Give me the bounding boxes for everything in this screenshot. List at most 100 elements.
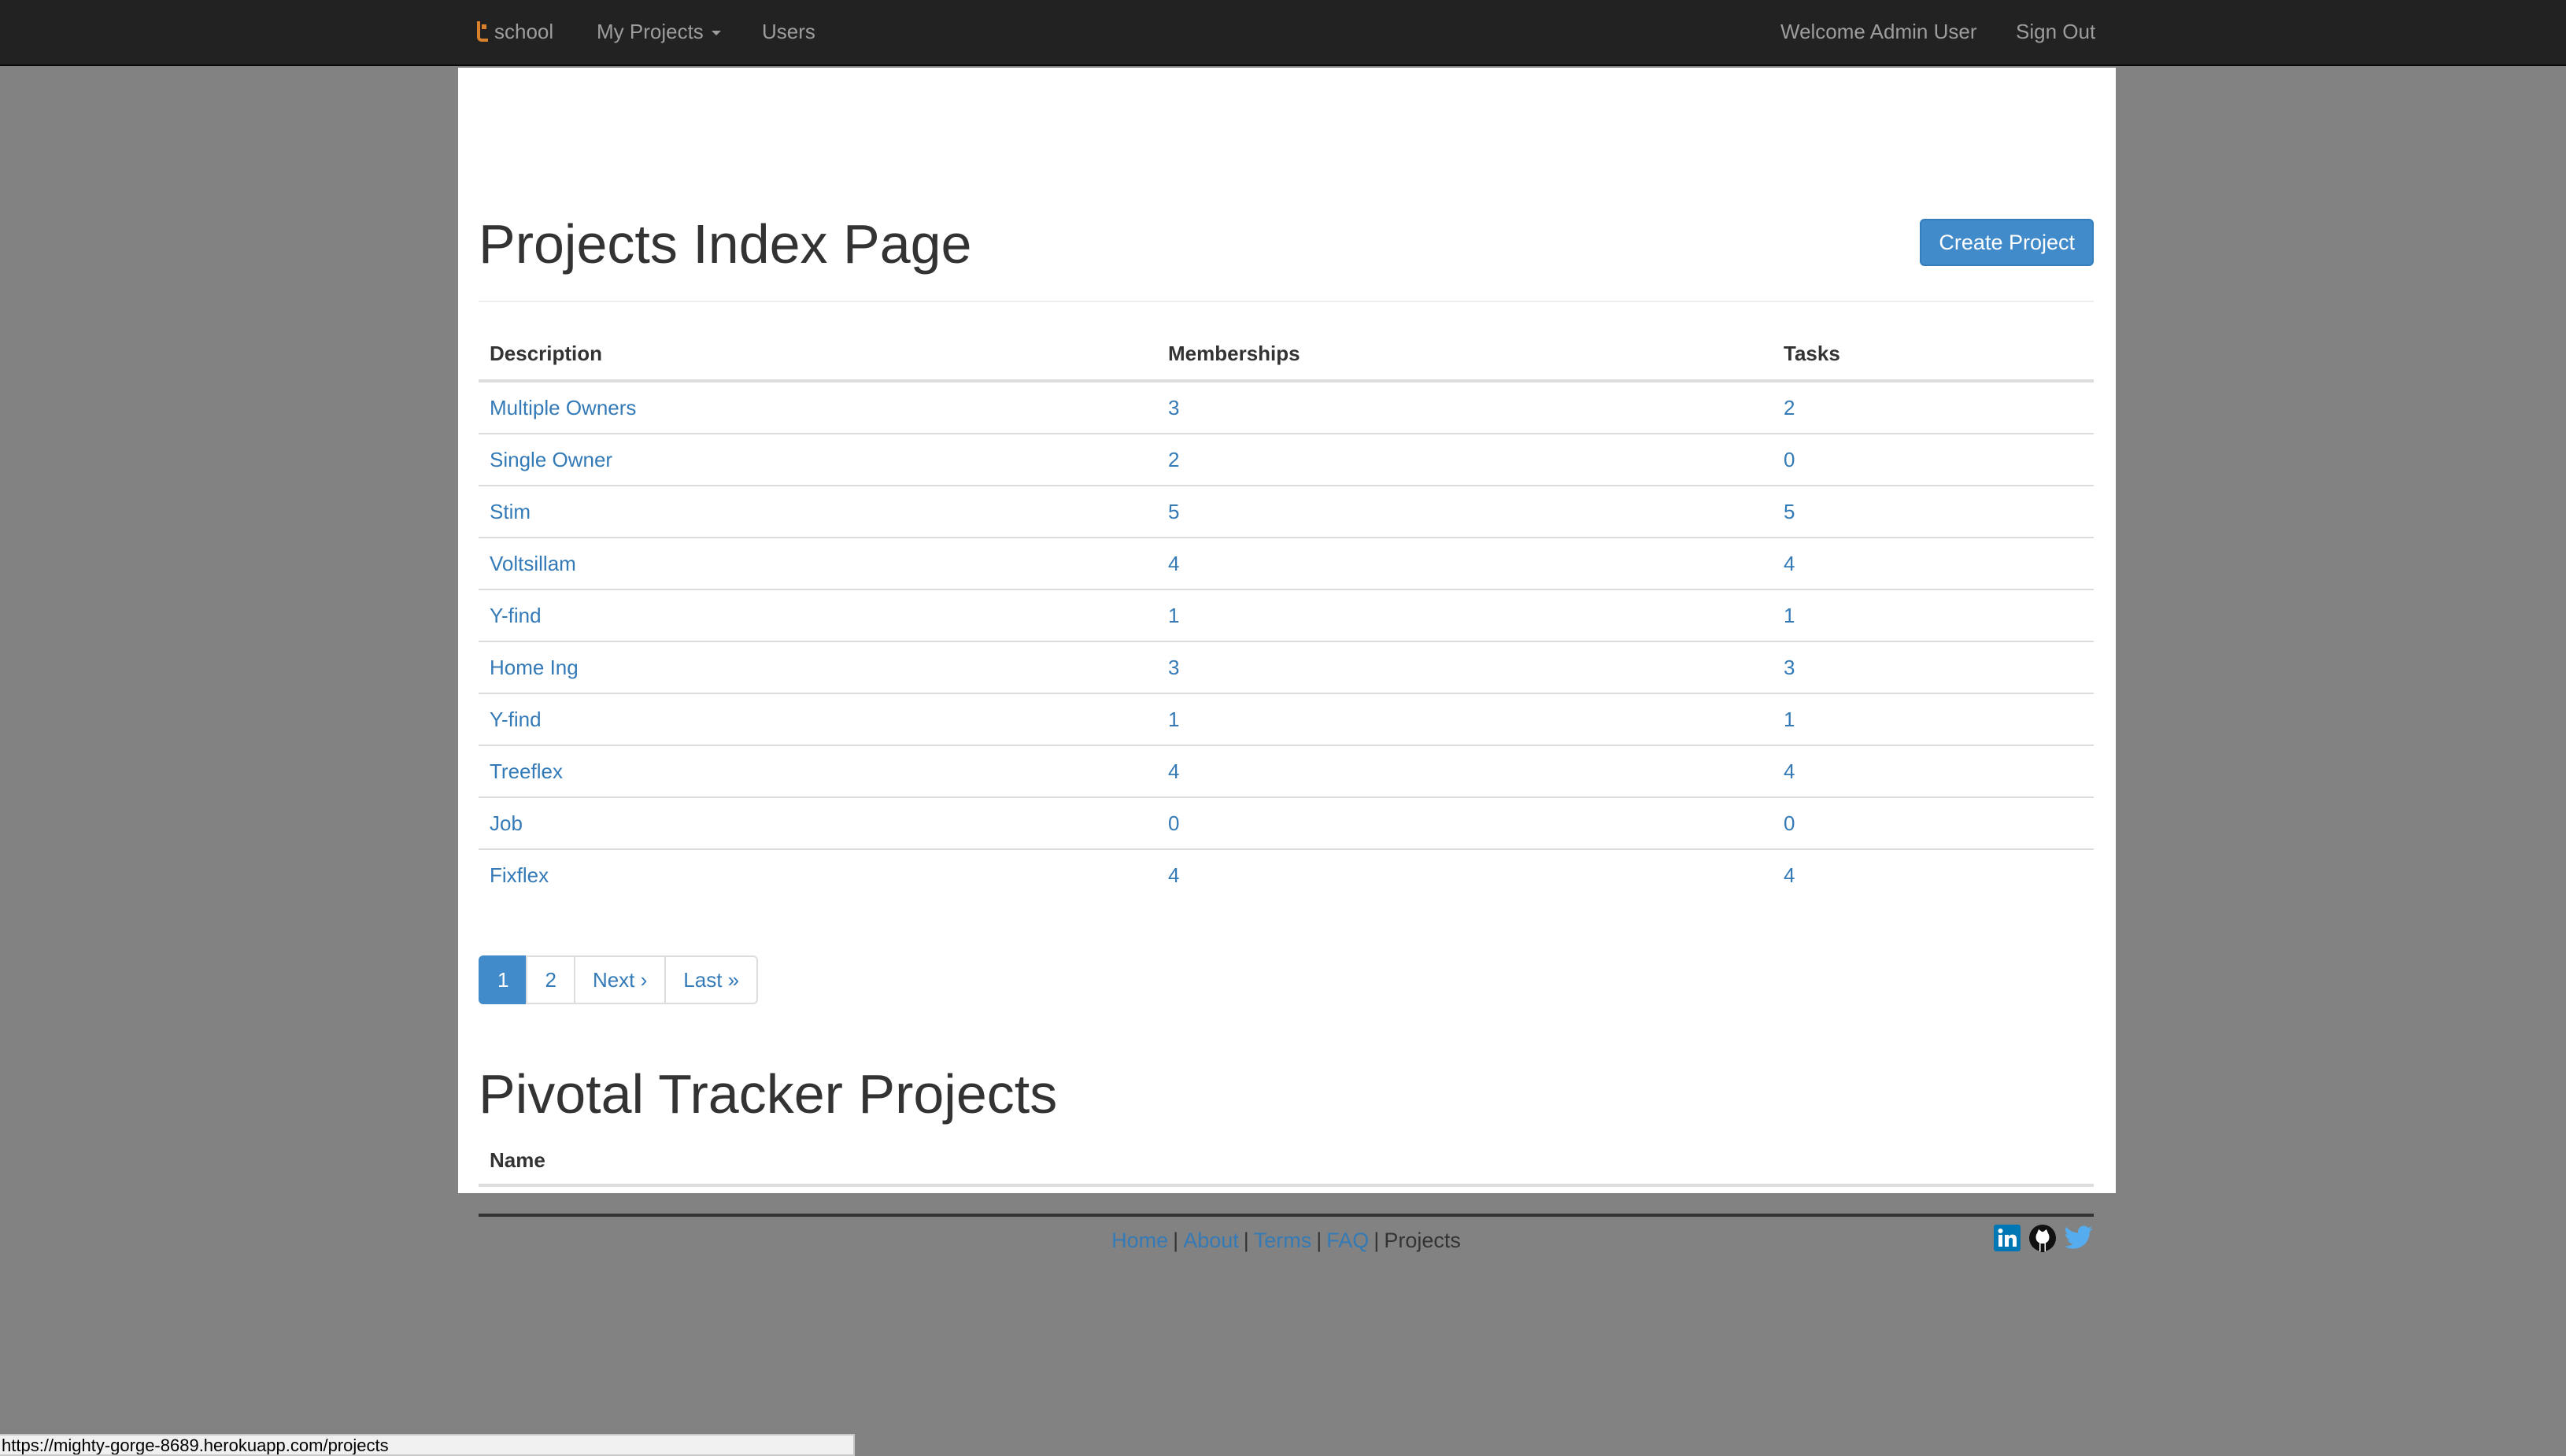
table-cell-tasks: 4 xyxy=(1773,537,2094,589)
project-description-link[interactable]: Voltsillam xyxy=(490,552,576,575)
table-row: Y-find 1 1 xyxy=(479,589,2094,641)
table-cell-memberships: 2 xyxy=(1157,433,1773,486)
tasks-count-link[interactable]: 4 xyxy=(1784,863,1795,887)
projects-table: Description Memberships Tasks Multiple O… xyxy=(479,327,2094,900)
project-description-link[interactable]: Fixflex xyxy=(490,863,549,887)
next-page-link[interactable]: Next › xyxy=(573,955,667,1004)
memberships-count-link[interactable]: 4 xyxy=(1168,552,1179,575)
tasks-count-link[interactable]: 5 xyxy=(1784,500,1795,523)
table-row: Multiple Owners 3 2 xyxy=(479,381,2094,434)
table-row: Job 0 0 xyxy=(479,796,2094,849)
tasks-count-link[interactable]: 1 xyxy=(1784,604,1795,627)
project-description-link[interactable]: Home Ing xyxy=(490,656,579,679)
create-project-button[interactable]: Create Project xyxy=(1920,219,2094,266)
footer-terms-link[interactable]: Terms xyxy=(1254,1229,1312,1252)
memberships-count-link[interactable]: 3 xyxy=(1168,396,1179,419)
table-row: Home Ing 3 3 xyxy=(479,641,2094,693)
pagination: 1 2 Next › Last » xyxy=(479,955,759,1004)
table-cell-memberships: 1 xyxy=(1157,693,1773,745)
table-row: Stim 5 5 xyxy=(479,485,2094,538)
table-row: Voltsillam 4 4 xyxy=(479,537,2094,589)
footer-separator: | xyxy=(1173,1229,1179,1252)
table-header-row: Description Memberships Tasks xyxy=(479,327,2094,382)
tasks-count-link[interactable]: 0 xyxy=(1784,448,1795,471)
footer-separator: | xyxy=(1316,1229,1322,1252)
project-description-link[interactable]: Y-find xyxy=(490,708,542,731)
page-1-link[interactable]: 1 xyxy=(479,955,528,1004)
table-cell-description: Y-find xyxy=(479,589,1157,641)
brand-name: school xyxy=(494,20,554,43)
pivotal-section-title: Pivotal Tracker Projects xyxy=(479,1063,1058,1125)
brand-logo-icon xyxy=(477,21,488,42)
project-description-link[interactable]: Y-find xyxy=(490,604,542,627)
table-cell-tasks: 3 xyxy=(1773,641,2094,693)
table-cell-tasks: 2 xyxy=(1773,381,2094,434)
twitter-icon[interactable] xyxy=(2064,1225,2094,1251)
page-2-link[interactable]: 2 xyxy=(526,955,575,1004)
footer-home-link[interactable]: Home xyxy=(1111,1229,1168,1252)
table-cell-memberships: 4 xyxy=(1157,537,1773,589)
project-description-link[interactable]: Treeflex xyxy=(490,759,563,783)
memberships-count-link[interactable]: 1 xyxy=(1168,708,1179,731)
page-header: Projects Index Page Create Project xyxy=(479,143,2094,302)
status-url: https://mighty-gorge-8689.herokuapp.com/… xyxy=(2,1436,389,1455)
table-row: Treeflex 4 4 xyxy=(479,745,2094,797)
last-page-link[interactable]: Last » xyxy=(664,955,759,1004)
table-cell-description: Stim xyxy=(479,485,1157,538)
table-cell-memberships: 0 xyxy=(1157,796,1773,849)
table-cell-tasks: 0 xyxy=(1773,796,2094,849)
table-row: Y-find 1 1 xyxy=(479,693,2094,745)
page-title: Projects Index Page xyxy=(479,213,972,275)
sign-out-link[interactable]: Sign Out xyxy=(2016,0,2095,63)
memberships-count-link[interactable]: 1 xyxy=(1168,604,1179,627)
column-header-memberships: Memberships xyxy=(1157,327,1773,382)
my-projects-label: My Projects xyxy=(597,20,704,43)
pivotal-table-header: Name xyxy=(479,1136,2094,1187)
memberships-count-link[interactable]: 3 xyxy=(1168,656,1179,679)
project-description-link[interactable]: Job xyxy=(490,811,523,835)
table-cell-memberships: 4 xyxy=(1157,745,1773,797)
table-row: Single Owner 2 0 xyxy=(479,433,2094,486)
table-cell-tasks: 1 xyxy=(1773,693,2094,745)
memberships-count-link[interactable]: 5 xyxy=(1168,500,1179,523)
project-description-link[interactable]: Multiple Owners xyxy=(490,396,636,419)
navbar: school My Projects Users Welcome Admin U… xyxy=(0,0,2566,66)
welcome-text: Welcome Admin User xyxy=(1780,20,1977,43)
footer-about-link[interactable]: About xyxy=(1183,1229,1239,1252)
table-cell-description: Fixflex xyxy=(479,848,1157,900)
users-link[interactable]: Users xyxy=(762,0,815,63)
my-projects-dropdown[interactable]: My Projects xyxy=(597,0,721,63)
footer-current-page: Projects xyxy=(1384,1229,1461,1252)
table-cell-description: Multiple Owners xyxy=(479,381,1157,434)
table-cell-tasks: 4 xyxy=(1773,848,2094,900)
table-cell-description: Treeflex xyxy=(479,745,1157,797)
table-cell-memberships: 1 xyxy=(1157,589,1773,641)
tasks-count-link[interactable]: 4 xyxy=(1784,552,1795,575)
table-cell-memberships: 5 xyxy=(1157,485,1773,538)
project-description-link[interactable]: Single Owner xyxy=(490,448,612,471)
table-cell-description: Y-find xyxy=(479,693,1157,745)
footer-separator: | xyxy=(1374,1229,1380,1252)
github-icon[interactable] xyxy=(2028,1223,2058,1253)
tasks-count-link[interactable]: 1 xyxy=(1784,708,1795,731)
caret-down-icon xyxy=(711,31,721,36)
memberships-count-link[interactable]: 4 xyxy=(1168,759,1179,783)
memberships-count-link[interactable]: 4 xyxy=(1168,863,1179,887)
table-cell-memberships: 3 xyxy=(1157,381,1773,434)
memberships-count-link[interactable]: 0 xyxy=(1168,811,1179,835)
memberships-count-link[interactable]: 2 xyxy=(1168,448,1179,471)
footer-separator: | xyxy=(1243,1229,1249,1252)
table-cell-description: Job xyxy=(479,796,1157,849)
footer-faq-link[interactable]: FAQ xyxy=(1326,1229,1369,1252)
table-cell-description: Home Ing xyxy=(479,641,1157,693)
tasks-count-link[interactable]: 2 xyxy=(1784,396,1795,419)
tasks-count-link[interactable]: 3 xyxy=(1784,656,1795,679)
table-row: Fixflex 4 4 xyxy=(479,848,2094,900)
project-description-link[interactable]: Stim xyxy=(490,500,531,523)
brand-link[interactable]: school xyxy=(477,0,553,63)
table-cell-tasks: 0 xyxy=(1773,433,2094,486)
tasks-count-link[interactable]: 4 xyxy=(1784,759,1795,783)
linkedin-icon[interactable] xyxy=(1993,1224,2021,1252)
tasks-count-link[interactable]: 0 xyxy=(1784,811,1795,835)
table-cell-description: Single Owner xyxy=(479,433,1157,486)
